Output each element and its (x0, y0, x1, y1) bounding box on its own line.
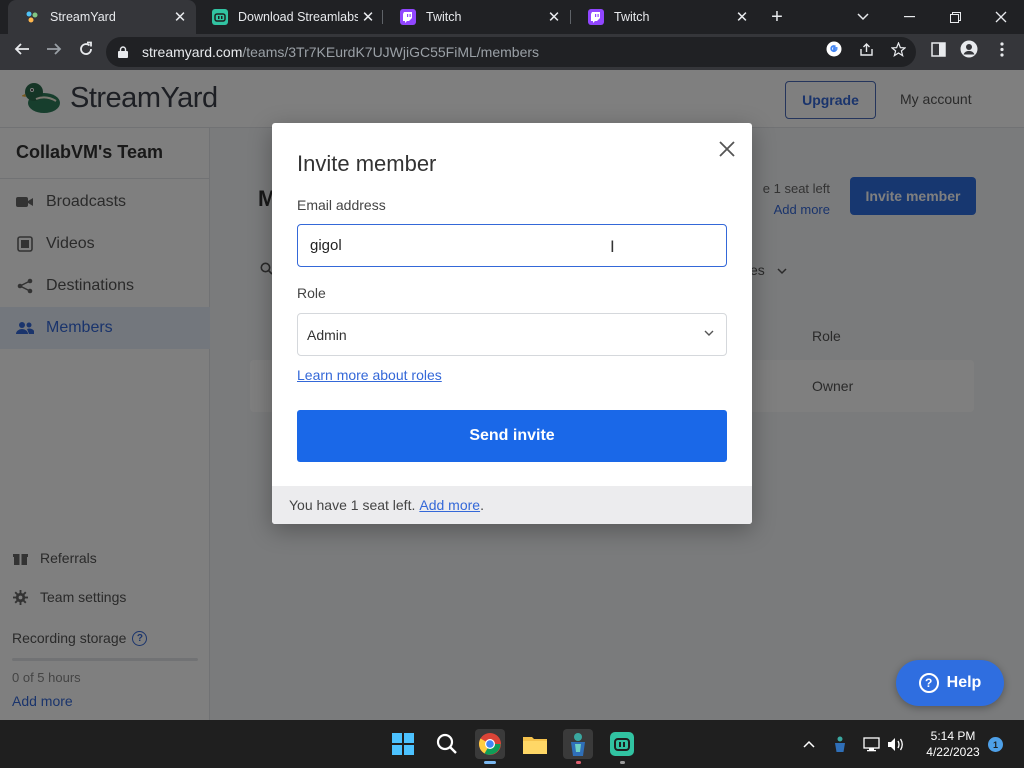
app-figure-icon[interactable] (563, 729, 593, 759)
clock-date: 4/22/2023 (926, 745, 980, 759)
close-tab-icon[interactable]: ✕ (358, 8, 378, 26)
close-tab-icon[interactable]: ✕ (170, 8, 190, 26)
invite-member-dialog: Invite member Email address I Role Admin… (272, 123, 752, 524)
tab-separator (570, 10, 571, 24)
footer-period: . (480, 497, 484, 513)
streamlabs-indicator (620, 761, 625, 764)
streamlabs-favicon-icon (212, 9, 228, 25)
lock-icon (118, 45, 128, 58)
taskbar-clock[interactable]: 5:14 PM 4/22/2023 (912, 728, 994, 760)
i-beam-cursor-icon: I (610, 237, 615, 256)
help-question-icon: ? (918, 673, 939, 693)
help-label: Help (946, 674, 982, 691)
role-select-value: Admin (307, 326, 347, 343)
address-bar[interactable]: streamyard.com/teams/3Tr7KEurdK7UJWjiGC5… (106, 37, 916, 67)
close-tab-icon[interactable]: ✕ (544, 8, 564, 26)
menu-kebab-icon[interactable] (993, 40, 1011, 58)
email-field[interactable] (297, 224, 727, 267)
tab-twitch-1[interactable]: Twitch ✕ (384, 0, 570, 34)
tab-title: Twitch (614, 10, 650, 24)
role-select[interactable]: Admin (297, 313, 727, 356)
footer-add-more-link[interactable]: Add more (419, 497, 480, 513)
streamyard-favicon-icon (24, 9, 40, 25)
tray-app-icon[interactable] (830, 734, 850, 754)
browser-tab-bar: StreamYard ✕ Download Streamlabs D ✕ Twi… (0, 0, 1024, 34)
clock-time: 5:14 PM (930, 729, 976, 743)
tab-title: Download Streamlabs D (238, 10, 358, 24)
volume-icon[interactable] (886, 734, 906, 754)
role-label: Role (297, 285, 326, 301)
forward-icon[interactable] (42, 40, 66, 64)
tab-title: StreamYard (50, 10, 116, 24)
dialog-footer: You have 1 seat left. Add more . (272, 486, 752, 524)
dialog-title: Invite member (297, 151, 437, 176)
file-explorer-icon[interactable] (520, 729, 550, 759)
tab-streamyard[interactable]: StreamYard ✕ (8, 0, 196, 34)
network-icon[interactable] (862, 734, 882, 754)
profile-icon[interactable] (960, 40, 978, 58)
notification-badge[interactable]: 1 (988, 737, 1003, 752)
google-lens-icon[interactable] (825, 40, 843, 58)
side-panel-icon[interactable] (929, 40, 947, 58)
chrome-icon[interactable] (475, 729, 505, 759)
url-path: /teams/3Tr7KEurdK7UJWjiGC55FiML/members (242, 44, 540, 60)
close-tab-icon[interactable]: ✕ (732, 8, 752, 26)
bookmark-star-icon[interactable] (889, 40, 907, 58)
help-button[interactable]: ? Help (896, 660, 1004, 706)
url-text: streamyard.com/teams/3Tr7KEurdK7UJWjiGC5… (142, 44, 539, 60)
tab-separator (382, 10, 383, 24)
learn-more-roles-link[interactable]: Learn more about roles (297, 367, 442, 383)
tab-streamlabs[interactable]: Download Streamlabs D ✕ (196, 0, 384, 34)
chrome-active-indicator (484, 761, 496, 764)
window-close-icon[interactable] (978, 0, 1024, 34)
url-domain: streamyard.com (142, 44, 243, 60)
windows-taskbar: 5:14 PM 4/22/2023 1 (0, 720, 1024, 768)
minimize-icon[interactable] (886, 0, 932, 34)
restore-icon[interactable] (932, 0, 978, 34)
tab-search-chevron-icon[interactable] (840, 0, 886, 34)
taskbar-search-icon[interactable] (432, 729, 462, 759)
chevron-down-icon (704, 330, 714, 336)
tray-chevron-up-icon[interactable] (799, 734, 819, 754)
windows-start-icon[interactable] (388, 729, 418, 759)
tab-title: Twitch (426, 10, 462, 24)
send-invite-button[interactable]: Send invite (297, 410, 727, 462)
back-icon[interactable] (10, 40, 34, 64)
close-icon[interactable] (715, 137, 739, 161)
share-page-icon[interactable] (857, 40, 875, 58)
twitch-favicon-icon (400, 9, 416, 25)
browser-toolbar: streamyard.com/teams/3Tr7KEurdK7UJWjiGC5… (0, 34, 1024, 70)
email-label: Email address (297, 197, 386, 213)
tab-twitch-2[interactable]: Twitch ✕ (572, 0, 758, 34)
app-indicator (576, 761, 581, 764)
twitch-favicon-icon (588, 9, 604, 25)
new-tab-icon[interactable]: + (766, 5, 788, 29)
footer-text: You have 1 seat left. (289, 497, 416, 513)
reload-icon[interactable] (74, 40, 98, 64)
streamlabs-icon[interactable] (607, 729, 637, 759)
